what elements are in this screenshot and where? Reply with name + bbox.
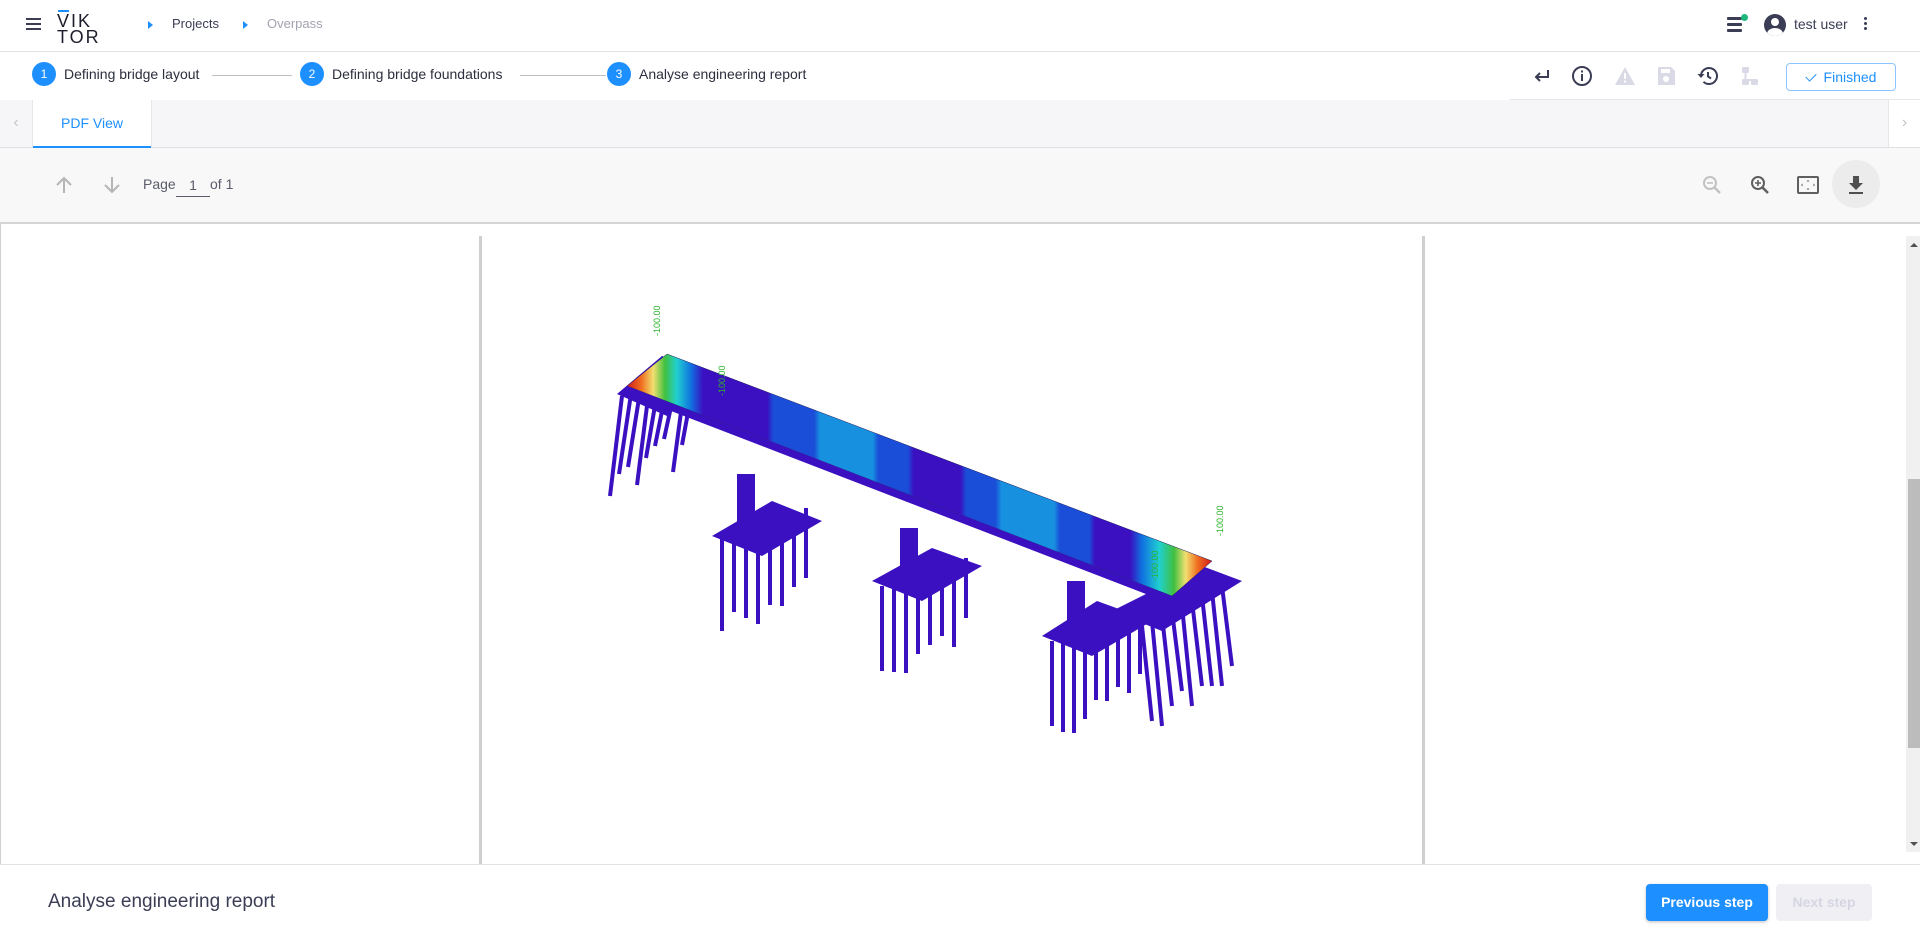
scroll-up-arrow-icon[interactable]	[1910, 243, 1918, 247]
finished-button[interactable]: Finished	[1786, 63, 1896, 91]
pile	[1190, 600, 1204, 687]
check-icon	[1804, 70, 1817, 82]
annotation-label: -100.00	[1215, 505, 1225, 536]
annotation-label: -100.00	[652, 305, 662, 336]
breadcrumb-arrow-icon	[148, 21, 153, 29]
current-step-title: Analyse engineering report	[48, 891, 276, 912]
more-options-icon[interactable]	[1862, 16, 1868, 34]
pile	[1140, 625, 1154, 722]
vertical-scrollbar[interactable]	[1906, 236, 1920, 852]
pier-2	[900, 528, 918, 568]
page-number-input[interactable]	[176, 173, 210, 197]
page-count: of 1	[210, 176, 234, 192]
tree-icon	[1742, 67, 1758, 85]
pdf-page: -100.00 -100.00 -100.00 -100.00	[479, 236, 1425, 864]
return-icon[interactable]	[1530, 64, 1554, 88]
next-step-button: Next step	[1776, 884, 1872, 921]
pdf-toolbar: Page of 1	[0, 148, 1920, 362]
status-dot	[1741, 14, 1748, 21]
hamburger-menu-icon[interactable]	[22, 15, 44, 37]
previous-step-button[interactable]: Previous step	[1646, 884, 1768, 921]
step-1-label[interactable]: Defining bridge layout	[64, 66, 199, 82]
step-2-number[interactable]: 2	[300, 62, 324, 86]
download-icon[interactable]	[1844, 173, 1868, 197]
annotation-label: -100.00	[717, 365, 727, 396]
user-avatar-icon[interactable]	[1764, 14, 1786, 36]
pile	[1200, 595, 1214, 687]
step-footer: Analyse engineering report Previous step…	[0, 864, 1920, 937]
finished-label: Finished	[1823, 69, 1877, 85]
bridge-model-image: -100.00 -100.00 -100.00 -100.00	[608, 305, 1242, 733]
next-page-icon[interactable]	[100, 173, 124, 197]
scrollbar-thumb[interactable]	[1908, 479, 1920, 748]
zoom-in-icon[interactable]	[1748, 173, 1772, 197]
info-icon[interactable]	[1570, 64, 1594, 88]
step-3-number[interactable]: 3	[607, 62, 631, 86]
breadcrumb-projects[interactable]: Projects	[172, 16, 219, 31]
pile	[608, 395, 624, 497]
tab-scroll-right-icon[interactable]: ›	[1888, 100, 1920, 147]
pile	[1180, 605, 1194, 707]
pile	[1210, 590, 1224, 687]
view-tabs: ‹ PDF View ›	[0, 100, 1920, 148]
tab-pdf-view[interactable]: PDF View	[32, 100, 152, 148]
step-1-number[interactable]: 1	[32, 62, 56, 86]
page-label: Page	[143, 176, 176, 192]
step-connector	[520, 75, 606, 76]
warning-icon	[1615, 67, 1635, 85]
pier-1	[737, 474, 755, 524]
zoom-out-icon[interactable]	[1700, 173, 1724, 197]
tab-pdf-view-label: PDF View	[61, 115, 123, 131]
scroll-down-arrow-icon[interactable]	[1910, 842, 1918, 846]
viktor-logo[interactable]: VIK TOR	[57, 8, 107, 47]
logo-text-line2: TOR	[57, 27, 101, 47]
previous-page-icon[interactable]	[52, 173, 76, 197]
pdf-viewport[interactable]: -100.00 -100.00 -100.00 -100.00	[0, 224, 1920, 864]
step-connector	[212, 75, 292, 76]
breadcrumb-arrow-icon	[243, 21, 248, 29]
breadcrumb-overpass: Overpass	[267, 16, 323, 31]
pile	[1220, 585, 1234, 667]
pile	[1150, 620, 1164, 727]
tab-scroll-left-icon[interactable]: ‹	[0, 100, 32, 147]
pier-3	[1067, 581, 1085, 621]
fit-page-icon[interactable]	[1796, 173, 1820, 197]
jobs-list-icon[interactable]	[1724, 14, 1748, 38]
step-3-label[interactable]: Analyse engineering report	[639, 66, 806, 82]
user-name[interactable]: test user	[1794, 16, 1848, 32]
step-2-label[interactable]: Defining bridge foundations	[332, 66, 502, 82]
annotation-label: -100.00	[1150, 550, 1160, 581]
save-icon	[1658, 67, 1675, 85]
history-icon[interactable]	[1696, 64, 1720, 88]
top-navigation-bar: VIK TOR Projects Overpass test user	[0, 0, 1920, 52]
stepper: 1 Defining bridge layout 2 Defining brid…	[0, 52, 1920, 100]
